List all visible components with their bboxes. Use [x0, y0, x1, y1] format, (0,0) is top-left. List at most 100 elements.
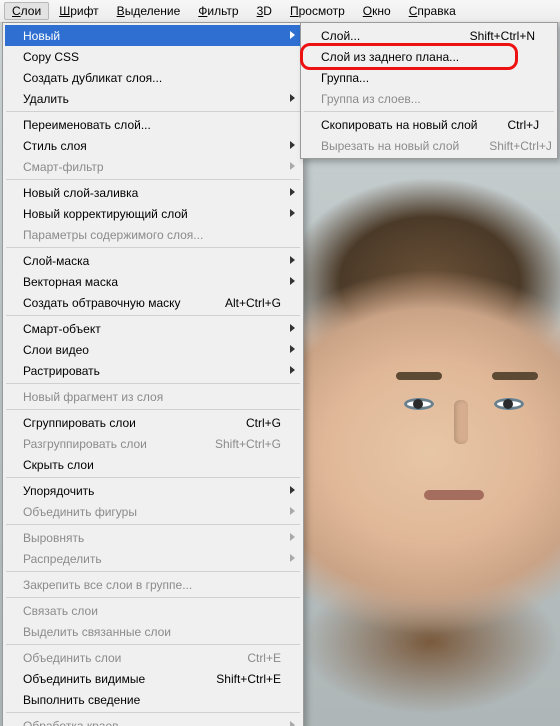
submenu-arrow-icon [290, 533, 295, 541]
menu-item-label: Упорядочить [23, 484, 281, 498]
layers-menu-item: Объединить фигуры [5, 501, 301, 522]
menu-item-label: Выровнять [23, 531, 281, 545]
layers-menu-item[interactable]: Переименовать слой... [5, 114, 301, 135]
layers-menu-item[interactable]: Скрыть слои [5, 454, 301, 475]
layers-menu-item[interactable]: Упорядочить [5, 480, 301, 501]
new-layer-submenu[interactable]: Слой...Shift+Ctrl+N Слой из заднего плана… [300, 22, 558, 159]
menu-item-label: Новый слой-заливка [23, 186, 281, 200]
menubar-item[interactable]: 3D [249, 2, 280, 20]
menu-item-label: Выполнить сведение [23, 693, 281, 707]
menu-item-label: Стиль слоя [23, 139, 281, 153]
menu-item-label: Создать дубликат слоя... [23, 71, 281, 85]
layers-menu-item[interactable]: Copy CSS [5, 46, 301, 67]
menu-item-label: Слой из заднего плана... [321, 50, 535, 64]
menu-item-label: Создать обтравочную маску [23, 296, 195, 310]
menu-item-shortcut: Ctrl+J [508, 118, 540, 132]
menubar-item[interactable]: Просмотр [282, 2, 353, 20]
menu-item-label: Объединить фигуры [23, 505, 281, 519]
menu-item-shortcut: Ctrl+E [247, 651, 281, 665]
submenu-arrow-icon [290, 507, 295, 515]
menu-item-label: Связать слои [23, 604, 281, 618]
layers-menu-item: Параметры содержимого слоя... [5, 224, 301, 245]
menu-item-shortcut: Alt+Ctrl+G [225, 296, 281, 310]
layers-menu-item[interactable]: Удалить [5, 88, 301, 109]
menubar-item[interactable]: Окно [355, 2, 399, 20]
menubar-item[interactable]: Выделение [109, 2, 189, 20]
submenu-arrow-icon [290, 486, 295, 494]
menu-item-shortcut: Shift+Ctrl+J [489, 139, 552, 153]
menu-item-label: Смарт-фильтр [23, 160, 281, 174]
submenu-arrow-icon [290, 554, 295, 562]
layers-dropdown-menu[interactable]: Новый Copy CSS Создать дубликат слоя... Уда… [2, 22, 304, 726]
menu-item-label: Новый [23, 29, 281, 43]
menubar-item[interactable]: Фильтр [190, 2, 246, 20]
menu-item-label: Разгруппировать слои [23, 437, 185, 451]
new-submenu-item[interactable]: Группа... [303, 67, 555, 88]
layers-menu-item[interactable]: Сгруппировать слоиCtrl+G [5, 412, 301, 433]
layers-menu-item: Распределить [5, 548, 301, 569]
new-submenu-item[interactable]: Слой...Shift+Ctrl+N [303, 25, 555, 46]
menu-item-label: Параметры содержимого слоя... [23, 228, 281, 242]
menu-item-label: Объединить видимые [23, 672, 186, 686]
layers-menu-item: Обработка краев [5, 715, 301, 726]
layers-menu-item: Новый фрагмент из слоя [5, 386, 301, 407]
menu-item-label: Распределить [23, 552, 281, 566]
submenu-arrow-icon [290, 162, 295, 170]
submenu-arrow-icon [290, 366, 295, 374]
submenu-arrow-icon [290, 324, 295, 332]
menu-item-label: Растрировать [23, 364, 281, 378]
menubar-item[interactable]: Справка [401, 2, 464, 20]
menu-item-label: Переименовать слой... [23, 118, 281, 132]
submenu-arrow-icon [290, 256, 295, 264]
menu-item-shortcut: Shift+Ctrl+G [215, 437, 281, 451]
menu-item-label: Обработка краев [23, 719, 281, 726]
submenu-arrow-icon [290, 721, 295, 726]
menubar[interactable]: СлоиШрифтВыделениеФильтр3DПросмотрОкноСп… [0, 0, 560, 23]
menu-item-label: Смарт-объект [23, 322, 281, 336]
layers-menu-item[interactable]: Создать дубликат слоя... [5, 67, 301, 88]
layers-menu-item[interactable]: Новый [5, 25, 301, 46]
layers-menu-item[interactable]: Слои видео [5, 339, 301, 360]
layers-menu-item[interactable]: Стиль слоя [5, 135, 301, 156]
menu-item-label: Скопировать на новый слой [321, 118, 478, 132]
menu-item-label: Выделить связанные слои [23, 625, 281, 639]
layers-menu-item: Объединить слои Ctrl+E [5, 647, 301, 668]
layers-menu-item[interactable]: Растрировать [5, 360, 301, 381]
submenu-arrow-icon [290, 31, 295, 39]
layers-menu-item[interactable]: Слой-маска [5, 250, 301, 271]
layers-menu-item[interactable]: Выполнить сведение [5, 689, 301, 710]
menu-item-label: Объединить слои [23, 651, 217, 665]
layers-menu-item[interactable]: Смарт-объект [5, 318, 301, 339]
layers-menu-item[interactable]: Новый корректирующий слой [5, 203, 301, 224]
layers-menu-item[interactable]: Новый слой-заливка [5, 182, 301, 203]
layers-menu-item: Связать слои [5, 600, 301, 621]
layers-menu-item[interactable]: Создать обтравочную маску Alt+Ctrl+G [5, 292, 301, 313]
menu-item-label: Удалить [23, 92, 281, 106]
layers-menu-item[interactable]: Объединить видимые Shift+Ctrl+E [5, 668, 301, 689]
menubar-item[interactable]: Слои [4, 2, 49, 20]
menu-item-shortcut: Shift+Ctrl+E [216, 672, 281, 686]
submenu-arrow-icon [290, 209, 295, 217]
menubar-item[interactable]: Шрифт [51, 2, 106, 20]
menu-item-label: Группа... [321, 71, 535, 85]
submenu-arrow-icon [290, 94, 295, 102]
menu-item-label: Слой-маска [23, 254, 281, 268]
menu-item-label: Copy CSS [23, 50, 281, 64]
layers-menu-item: Разгруппировать слои Shift+Ctrl+G [5, 433, 301, 454]
submenu-arrow-icon [290, 141, 295, 149]
layers-menu-item: Закрепить все слои в группе... [5, 574, 301, 595]
menu-item-label: Слои видео [23, 343, 281, 357]
submenu-arrow-icon [290, 277, 295, 285]
new-submenu-item[interactable]: Скопировать на новый слой Ctrl+J [303, 114, 555, 135]
menu-item-label: Группа из слоев... [321, 92, 535, 106]
submenu-arrow-icon [290, 188, 295, 196]
menu-item-label: Сгруппировать слои [23, 416, 216, 430]
menu-item-label: Новый корректирующий слой [23, 207, 281, 221]
new-submenu-item[interactable]: Слой из заднего плана... [303, 46, 555, 67]
menu-item-label: Векторная маска [23, 275, 281, 289]
layers-menu-item: Смарт-фильтр [5, 156, 301, 177]
submenu-arrow-icon [290, 345, 295, 353]
menu-item-shortcut: Shift+Ctrl+N [470, 29, 535, 43]
new-submenu-item: Вырезать на новый слойShift+Ctrl+J [303, 135, 555, 156]
layers-menu-item[interactable]: Векторная маска [5, 271, 301, 292]
